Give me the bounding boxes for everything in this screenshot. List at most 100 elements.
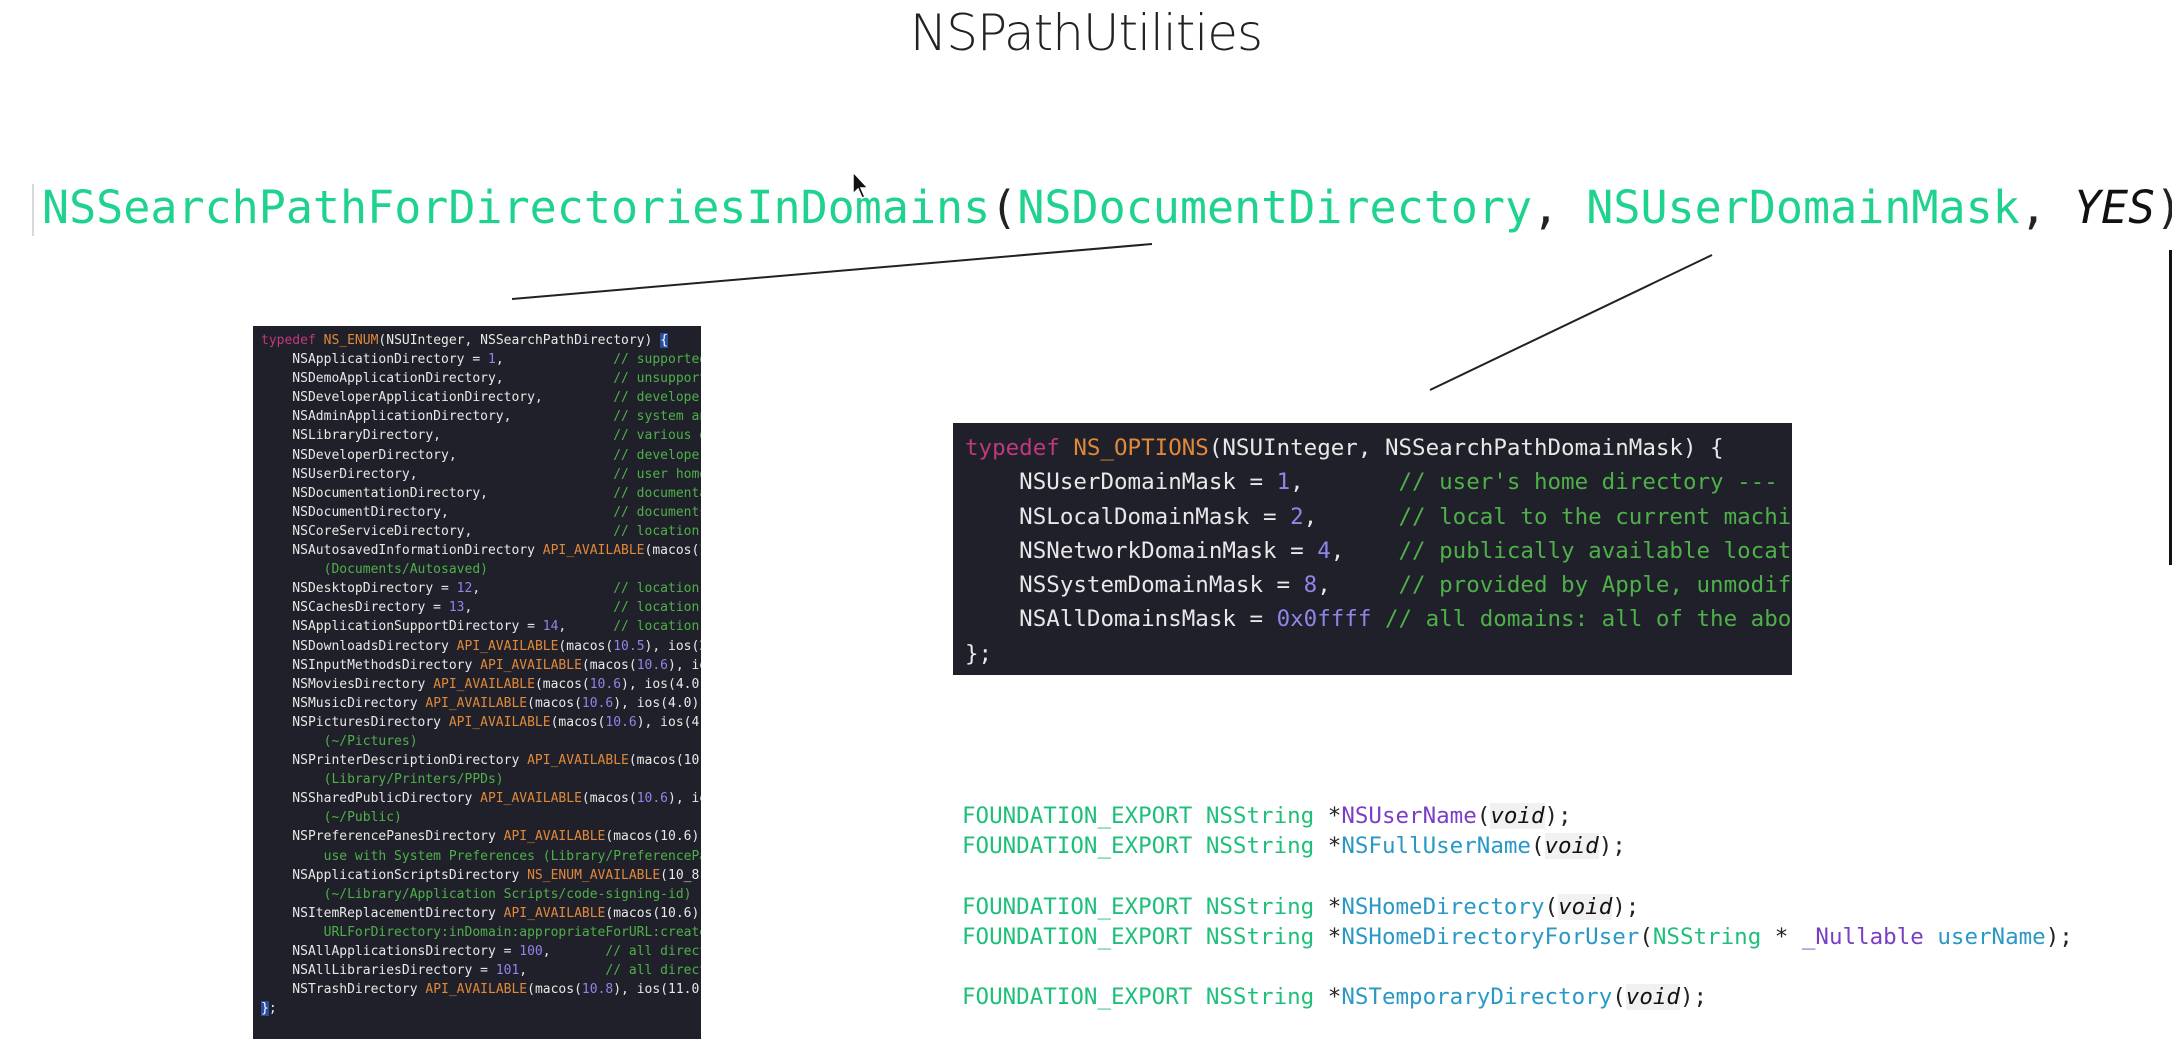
code-line: }; xyxy=(965,637,1792,671)
code-line: NSMoviesDirectory API_AVAILABLE(macos(10… xyxy=(261,675,701,694)
code-line: NSTrashDirectory API_AVAILABLE(macos(10.… xyxy=(261,980,701,999)
code-token: 1 xyxy=(487,352,496,368)
code-line: URLForDirectory:inDomain:appropriateForU… xyxy=(261,923,701,942)
code-line: NSPreferencePanesDirectory API_AVAILABLE… xyxy=(261,827,701,846)
code-token: void xyxy=(1490,803,1545,829)
code-token: typedef xyxy=(965,435,1074,461)
code-token: // location of CoreServices xyxy=(613,523,700,539)
code-line: NSApplicationDirectory = 1, // supported… xyxy=(261,350,701,369)
code-token: (macos( xyxy=(581,657,637,673)
code-token: // system and network administration xyxy=(613,409,701,425)
code-line: NSPrinterDescriptionDirectory API_AVAILA… xyxy=(261,751,701,770)
code-token: API_AVAILABLE xyxy=(433,676,535,692)
code-token: API_AVAILABLE xyxy=(527,753,629,769)
code-token: // documents xyxy=(613,504,701,520)
code-line: NSDocumentationDirectory, // documentati… xyxy=(261,484,701,503)
code-line: FOUNDATION_EXPORT NSString *NSHomeDirect… xyxy=(962,892,2073,922)
code-token: NSFullUserName xyxy=(1341,833,1531,860)
code-token: 10.5 xyxy=(613,638,645,654)
code-token: 4 xyxy=(1317,537,1331,564)
code-token: , xyxy=(1330,537,1399,564)
code-line: (~/Public) xyxy=(261,808,701,827)
code-line: NSAllApplicationsDirectory = 100, // all… xyxy=(261,942,701,961)
code-line: NSDocumentDirectory, // documents xyxy=(261,503,701,522)
code-token: API_AVAILABLE xyxy=(503,829,606,845)
code-token: // publically available location in the … xyxy=(1398,537,1792,564)
code-line: (~/Pictures) xyxy=(261,732,701,751)
code-token: typedef xyxy=(261,333,324,348)
code-token: // all directories where resources can o… xyxy=(605,963,701,979)
foundation-declarations: FOUNDATION_EXPORT NSString *NSUserName(v… xyxy=(962,801,2073,1012)
code-token: NSApplicationDirectory = xyxy=(261,352,488,368)
code-line: NSInputMethodsDirectory API_AVAILABLE(ma… xyxy=(261,656,701,675)
code-token: , xyxy=(519,963,606,979)
code-line: NSUserDomainMask = 1, // user's home dir… xyxy=(965,465,1792,499)
code-token: NSLocalDomainMask = xyxy=(965,503,1291,530)
code-token: // local to the current machine --- plac… xyxy=(1398,503,1792,530)
code-token: ); xyxy=(1679,984,1708,1011)
code-token: * xyxy=(1761,923,1802,950)
code-token: void xyxy=(1558,893,1613,920)
code-token: API_AVAILABLE xyxy=(503,905,606,921)
code-token: // all directories where applications ca… xyxy=(605,944,701,959)
code-token: (10_8, NA) xyxy=(660,867,701,883)
code-token: NSHomeDirectoryForUser xyxy=(1341,923,1640,950)
code-token: (Documents/Autosaved) xyxy=(261,562,488,578)
code-token: 0x0ffff xyxy=(1276,606,1372,633)
code-token: 10.6 xyxy=(636,657,669,673)
code-token: NSString xyxy=(1205,893,1315,920)
code-token: 10.6 xyxy=(636,791,669,807)
code-token: 12 xyxy=(456,581,473,597)
code-token: NS_OPTIONS xyxy=(1073,435,1209,461)
code-token: ), ios(11.0) xyxy=(613,982,701,998)
code-token: API_AVAILABLE xyxy=(480,791,582,807)
connector-domain-mask xyxy=(1429,254,1713,391)
code-line: NSLibraryDirectory, // various documenta… xyxy=(261,426,701,445)
code-token: ( xyxy=(1476,803,1491,829)
code-token: NSDeveloperApplicationDirectory, xyxy=(261,390,614,406)
code-line: (~/Library/Application Scripts/code-sign… xyxy=(261,885,701,904)
code-token: , xyxy=(542,944,606,959)
code-token: NSItemReplacementDirectory xyxy=(261,905,504,921)
code-token: , xyxy=(1317,572,1399,599)
code-token: NSString xyxy=(1205,803,1315,829)
code-token: NSString xyxy=(1205,833,1315,860)
code-token: NSAllLibrariesDirectory = xyxy=(261,963,496,979)
code-line: NSNetworkDomainMask = 4, // publically a… xyxy=(965,534,1792,568)
mouse-pointer-icon xyxy=(852,170,870,199)
code-token: NSInputMethodsDirectory xyxy=(261,657,481,673)
code-token: * xyxy=(1314,984,1342,1011)
code-token: NSLibraryDirectory, xyxy=(261,428,614,444)
code-token: ), ios(4.0) xyxy=(613,695,700,711)
code-token: (macos( xyxy=(558,638,614,654)
code-token: NSAllDomainsMask = xyxy=(965,606,1277,633)
code-line: typedef NS_ENUM(NSUInteger, NSSearchPath… xyxy=(261,331,701,350)
code-token: ), ios(4.0) xyxy=(668,791,701,807)
code-token: FOUNDATION_EXPORT xyxy=(962,984,1193,1011)
code-token: NSPreferencePanesDirectory xyxy=(261,829,504,845)
code-token: NSDownloadsDirectory xyxy=(261,638,457,654)
code-token: NSUserDomainMask = xyxy=(965,469,1277,496)
code-token: , xyxy=(1303,503,1399,530)
code-token: API_AVAILABLE xyxy=(456,638,559,654)
code-line: NSDeveloperApplicationDirectory, // deve… xyxy=(261,388,701,407)
code-token: ); xyxy=(1598,833,1626,860)
code-line: NSDownloadsDirectory API_AVAILABLE(macos… xyxy=(261,637,701,656)
code-token: 10.6 xyxy=(589,676,622,692)
code-token: ); xyxy=(1612,893,1640,920)
directory-enum-code-panel: typedef NS_ENUM(NSUInteger, NSSearchPath… xyxy=(253,326,701,1039)
code-token: // supported applications xyxy=(613,352,701,368)
code-token: NSApplicationScriptsDirectory xyxy=(261,867,528,883)
code-line: NSAllDomainsMask = 0x0ffff // all domain… xyxy=(965,602,1792,636)
code-line: NSSystemDomainMask = 8, // provided by A… xyxy=(965,568,1792,602)
code-token: 10.6 xyxy=(605,714,637,730)
code-token: NSMoviesDirectory xyxy=(261,676,434,692)
code-token: // user home directories xyxy=(613,466,701,482)
code-token: (~/Library/Application Scripts/code-sign… xyxy=(261,886,692,902)
code-token: ; xyxy=(268,1001,277,1017)
